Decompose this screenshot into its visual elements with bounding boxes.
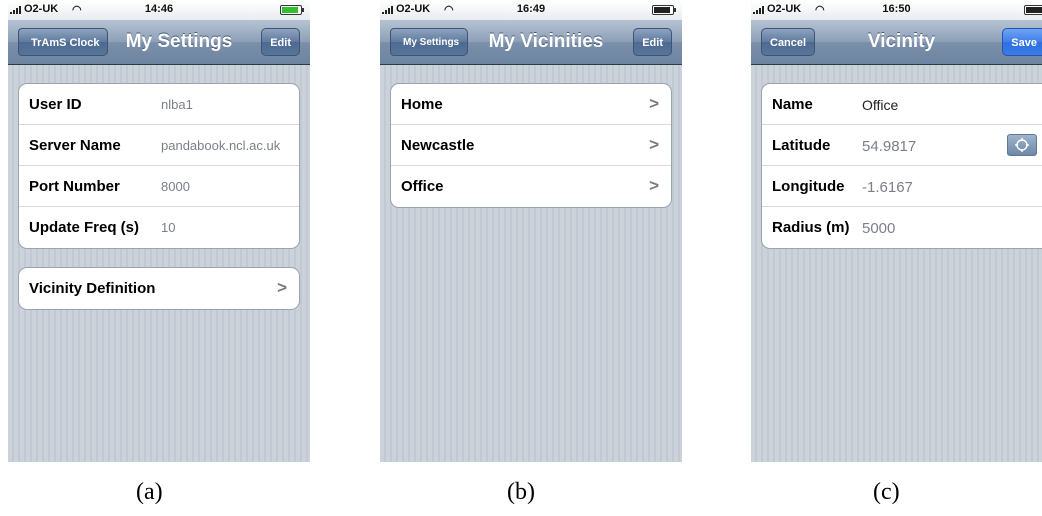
list-item-label: Home <box>401 96 443 113</box>
vicinity-list: Home > Newcastle > Office > <box>390 83 672 208</box>
field-label: Name <box>772 96 813 113</box>
list-item-home[interactable]: Home > <box>391 84 671 125</box>
name-field[interactable]: Office <box>862 97 898 113</box>
status-bar: O2-UK ◠ 16:49 <box>380 0 682 20</box>
vicinity-form: Name Office Latitude 54.9817 Longitude -… <box>761 83 1042 249</box>
vicinity-definition-row[interactable]: Vicinity Definition > <box>19 268 299 309</box>
navigation-bar: Cancel Vicinity Save <box>751 20 1042 65</box>
edit-button[interactable]: Edit <box>633 28 672 56</box>
caption-c: (c) <box>873 479 900 505</box>
edit-button[interactable]: Edit <box>261 28 300 56</box>
setting-value: 8000 <box>161 179 190 194</box>
setting-value: nlba1 <box>161 97 193 112</box>
setting-label: Update Freq (s) <box>29 219 140 236</box>
setting-row-update-freq[interactable]: Update Freq (s) 10 <box>19 207 299 248</box>
page-title: Vicinity <box>867 31 936 52</box>
field-row-latitude[interactable]: Latitude 54.9817 <box>762 125 1042 166</box>
latitude-field[interactable]: 54.9817 <box>862 138 916 155</box>
battery-icon <box>1024 5 1042 15</box>
list-item-label: Newcastle <box>401 137 475 154</box>
clock-time: 16:50 <box>882 3 911 15</box>
settings-group: User ID nlba1 Server Name pandabook.ncl.… <box>18 83 300 249</box>
save-button[interactable]: Save <box>1002 28 1042 56</box>
locate-button[interactable] <box>1007 134 1037 156</box>
navigation-bar: My Settings My Vicinities Edit <box>380 20 682 65</box>
screen-my-settings: O2-UK ◠ 14:46 TrAmS Clock My Settings Ed… <box>8 0 310 462</box>
setting-label: Port Number <box>29 178 120 195</box>
chevron-right-icon: > <box>649 135 659 154</box>
status-bar: O2-UK ◠ 16:50 <box>751 0 1042 20</box>
setting-value: pandabook.ncl.ac.uk <box>161 138 281 153</box>
status-bar: O2-UK ◠ 14:46 <box>8 0 310 20</box>
longitude-field[interactable]: -1.6167 <box>862 179 913 196</box>
chevron-right-icon: > <box>649 94 659 113</box>
chevron-right-icon: > <box>649 176 659 195</box>
caption-a: (a) <box>136 479 163 505</box>
field-row-radius[interactable]: Radius (m) 5000 <box>762 207 1042 248</box>
field-row-longitude[interactable]: Longitude -1.6167 <box>762 166 1042 207</box>
clock-time: 16:49 <box>516 3 546 15</box>
screen-vicinity-detail: O2-UK ◠ 16:50 Cancel Vicinity Save Name … <box>751 0 1042 462</box>
field-row-name[interactable]: Name Office <box>762 84 1042 125</box>
setting-label: Server Name <box>29 137 121 154</box>
chevron-right-icon: > <box>277 278 287 297</box>
screen-my-vicinities: O2-UK ◠ 16:49 My Settings My Vicinities … <box>380 0 682 462</box>
setting-label: User ID <box>29 96 82 113</box>
list-item-newcastle[interactable]: Newcastle > <box>391 125 671 166</box>
battery-icon <box>280 5 304 15</box>
setting-row-port-number[interactable]: Port Number 8000 <box>19 166 299 207</box>
vicinity-definition-label: Vicinity Definition <box>29 280 156 297</box>
clock-time: 14:46 <box>144 3 174 15</box>
setting-value: 10 <box>161 220 176 235</box>
field-label: Longitude <box>772 178 845 195</box>
setting-row-user-id[interactable]: User ID nlba1 <box>19 84 299 125</box>
battery-icon <box>652 5 676 15</box>
caption-b: (b) <box>507 479 535 505</box>
vicinity-group: Vicinity Definition > <box>18 267 300 310</box>
radius-field[interactable]: 5000 <box>862 220 895 237</box>
list-item-office[interactable]: Office > <box>391 166 671 207</box>
navigation-bar: TrAmS Clock My Settings Edit <box>8 20 310 65</box>
field-label: Radius (m) <box>772 219 850 236</box>
field-label: Latitude <box>772 137 831 154</box>
setting-row-server-name[interactable]: Server Name pandabook.ncl.ac.uk <box>19 125 299 166</box>
crosshair-icon <box>1015 138 1029 152</box>
list-item-label: Office <box>401 178 444 195</box>
